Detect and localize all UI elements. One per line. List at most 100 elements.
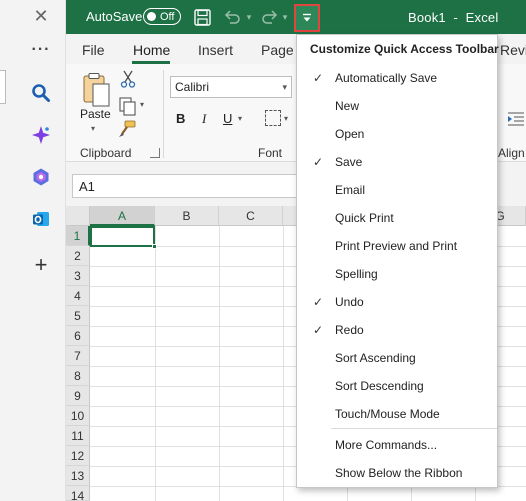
- menu-item-more-commands[interactable]: More Commands...: [297, 431, 497, 459]
- undo-dropdown-icon[interactable]: ▾: [244, 7, 254, 27]
- copy-icon[interactable]: [118, 96, 138, 116]
- menu-item-show-below-ribbon[interactable]: Show Below the Ribbon: [297, 459, 497, 487]
- search-icon[interactable]: [8, 78, 74, 108]
- menu-title: Customize Quick Access Toolbar: [310, 42, 499, 56]
- autosave-label: AutoSave: [86, 9, 143, 24]
- borders-icon[interactable]: [265, 110, 281, 126]
- customize-qat-button[interactable]: [294, 4, 320, 32]
- sidebar-collapse-handle[interactable]: [0, 70, 6, 104]
- row-header[interactable]: 4: [66, 286, 90, 306]
- menu-item-print-preview[interactable]: Print Preview and Print: [297, 232, 497, 260]
- tab-insert[interactable]: Insert: [198, 42, 233, 58]
- menu-item-label: New: [335, 99, 360, 113]
- fill-handle[interactable]: [152, 244, 157, 249]
- redo-icon[interactable]: [260, 7, 280, 27]
- row-header[interactable]: 14: [66, 486, 90, 501]
- clipboard-dialog-launcher-icon[interactable]: [150, 148, 160, 158]
- menu-item-undo[interactable]: ✓ Undo: [297, 288, 497, 316]
- menu-item-label: Email: [335, 183, 366, 197]
- menu-item-quick-print[interactable]: Quick Print: [297, 204, 497, 232]
- column-header[interactable]: C: [219, 206, 283, 226]
- italic-button[interactable]: I: [202, 111, 206, 127]
- check-icon: ✓: [313, 323, 324, 337]
- menu-item-label: Touch/Mouse Mode: [335, 407, 440, 421]
- check-icon: ✓: [313, 71, 324, 85]
- check-icon: ✓: [313, 295, 324, 309]
- menu-item-label: Sort Descending: [335, 379, 424, 393]
- row-header[interactable]: 12: [66, 446, 90, 466]
- row-header[interactable]: 7: [66, 346, 90, 366]
- menu-item-touch-mouse-mode[interactable]: Touch/Mouse Mode: [297, 400, 497, 428]
- menu-separator: [331, 428, 497, 429]
- row-header[interactable]: 1: [66, 226, 90, 246]
- underline-button[interactable]: U: [223, 111, 232, 126]
- row-header[interactable]: 13: [66, 466, 90, 486]
- menu-item-label: Redo: [335, 323, 364, 337]
- redo-dropdown-icon[interactable]: ▾: [280, 7, 290, 27]
- menu-item-label: More Commands...: [335, 438, 438, 452]
- row-header[interactable]: 10: [66, 406, 90, 426]
- copilot-icon[interactable]: [8, 120, 74, 150]
- outlook-icon[interactable]: [8, 204, 74, 234]
- menu-item-save[interactable]: ✓ Save: [297, 148, 497, 176]
- more-options-icon[interactable]: ···: [8, 40, 74, 60]
- menu-item-spelling[interactable]: Spelling: [297, 260, 497, 288]
- row-header[interactable]: 6: [66, 326, 90, 346]
- row-header[interactable]: 8: [66, 366, 90, 386]
- cut-icon[interactable]: [120, 70, 136, 88]
- menu-item-label: Automatically Save: [335, 71, 438, 85]
- tab-file[interactable]: File: [82, 42, 105, 58]
- menu-item-automatically-save[interactable]: ✓ Automatically Save: [297, 64, 497, 92]
- menu-item-sort-ascending[interactable]: Sort Ascending: [297, 344, 497, 372]
- font-name-select[interactable]: Calibri ▾: [170, 76, 292, 98]
- borders-dropdown-icon[interactable]: ▾: [284, 114, 288, 123]
- active-cell[interactable]: [90, 226, 155, 247]
- name-box[interactable]: A1: [72, 174, 312, 198]
- row-header[interactable]: 9: [66, 386, 90, 406]
- row-header[interactable]: 2: [66, 246, 90, 266]
- paste-label[interactable]: Paste: [80, 107, 111, 121]
- menu-item-label: Print Preview and Print: [335, 239, 458, 253]
- check-icon: ✓: [313, 155, 324, 169]
- menu-item-redo[interactable]: ✓ Redo: [297, 316, 497, 344]
- format-painter-icon[interactable]: [118, 120, 136, 138]
- menu-item-label: Save: [335, 155, 363, 169]
- copy-dropdown-icon[interactable]: ▾: [140, 100, 144, 109]
- add-app-icon[interactable]: +: [8, 252, 74, 278]
- group-separator: [163, 70, 164, 158]
- row-header[interactable]: 5: [66, 306, 90, 326]
- bold-button[interactable]: B: [176, 111, 185, 126]
- group-label-font: Font: [258, 146, 283, 160]
- select-all-corner[interactable]: [66, 206, 90, 226]
- grid-line: [283, 226, 284, 501]
- paste-dropdown-icon[interactable]: ▾: [91, 124, 95, 133]
- menu-item-label: Spelling: [335, 267, 378, 281]
- app-sidebar: ✕ ··· +: [0, 0, 66, 501]
- close-icon[interactable]: ✕: [8, 4, 74, 28]
- underline-dropdown-icon[interactable]: ▾: [238, 114, 242, 123]
- row-header[interactable]: 3: [66, 266, 90, 286]
- chevron-down-icon: ▾: [282, 82, 287, 92]
- menu-item-sort-descending[interactable]: Sort Descending: [297, 372, 497, 400]
- tab-review[interactable]: Revie: [500, 42, 526, 58]
- menu-item-new[interactable]: New: [297, 92, 497, 120]
- row-header[interactable]: 11: [66, 426, 90, 446]
- autosave-toggle[interactable]: Off: [143, 8, 181, 25]
- toggle-knob: [147, 12, 156, 21]
- tab-page-layout[interactable]: Page: [261, 42, 294, 58]
- autosave-state: Off: [160, 10, 175, 23]
- undo-icon[interactable]: [222, 7, 242, 27]
- font-name-value: Calibri: [175, 80, 210, 94]
- menu-item-email[interactable]: Email: [297, 176, 497, 204]
- paste-icon[interactable]: [82, 72, 112, 108]
- title-bar: AutoSave Off ▾ ▾ Book1 - Excel: [66, 0, 526, 34]
- column-header[interactable]: B: [155, 206, 219, 226]
- menu-item-open[interactable]: Open: [297, 120, 497, 148]
- indent-icon[interactable]: [508, 112, 524, 126]
- tab-home[interactable]: Home: [133, 42, 170, 58]
- save-icon[interactable]: [193, 7, 211, 27]
- menu-item-label: Show Below the Ribbon: [335, 466, 463, 480]
- column-header[interactable]: A: [90, 206, 155, 226]
- microsoft365-icon[interactable]: [8, 162, 74, 192]
- customize-qat-menu: Customize Quick Access Toolbar ✓ Automat…: [296, 34, 499, 488]
